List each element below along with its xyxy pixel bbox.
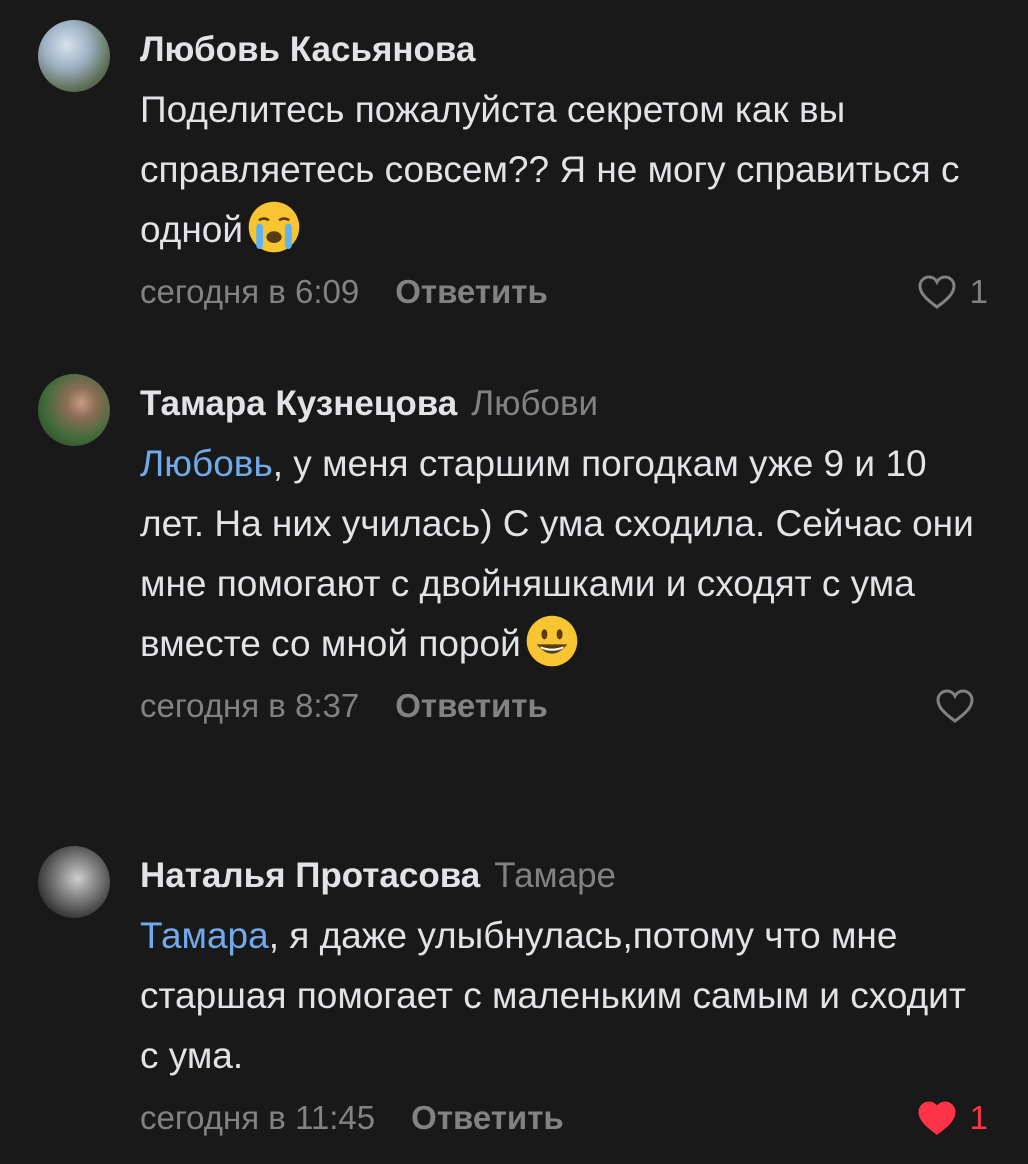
- comment-text: Поделитесь пожалуйста секретом как вы сп…: [140, 80, 960, 260]
- like-button[interactable]: 1: [916, 266, 988, 318]
- timestamp: сегодня в 11:45: [140, 1099, 376, 1136]
- avatar[interactable]: [38, 20, 110, 92]
- heart-outline-icon: [936, 689, 974, 723]
- mention-link[interactable]: Тамара: [140, 915, 269, 956]
- timestamp: сегодня в 6:09: [140, 273, 360, 310]
- reply-to-name[interactable]: Тамаре: [494, 856, 616, 895]
- avatar[interactable]: [38, 374, 110, 446]
- reply-button[interactable]: Ответить: [395, 687, 548, 724]
- smiling-face-emoji: [526, 615, 578, 667]
- author-name[interactable]: Любовь Касьянова: [140, 30, 475, 69]
- comment-header: Любовь Касьянова: [140, 28, 988, 72]
- timestamp: сегодня в 8:37: [140, 687, 360, 724]
- reply-to-name[interactable]: Любови: [471, 384, 598, 423]
- like-button[interactable]: 1: [916, 1092, 988, 1144]
- comment-meta: сегодня в 11:45 Ответить 1: [140, 1092, 988, 1144]
- reply-button[interactable]: Ответить: [411, 1099, 564, 1136]
- comment-meta: сегодня в 6:09 Ответить 1: [140, 266, 988, 318]
- author-name[interactable]: Тамара Кузнецова: [140, 384, 457, 423]
- comment-body: Тамара Кузнецова Любови Любовь, у меня ст…: [140, 382, 988, 732]
- like-count: 1: [969, 273, 988, 310]
- comment-text: Тамара, я даже улыбнулась,потому что мне…: [140, 906, 990, 1086]
- reply-button[interactable]: Ответить: [395, 273, 548, 310]
- crying-face-emoji: [248, 201, 300, 253]
- comment-body: Любовь Касьянова Поделитесь пожалуйста с…: [140, 28, 988, 318]
- comment-meta: сегодня в 8:37 Ответить: [140, 680, 988, 732]
- comment-header: Наталья Протасова Тамаре: [140, 854, 988, 898]
- avatar[interactable]: [38, 846, 110, 918]
- heart-outline-icon: [918, 275, 956, 309]
- heart-filled-icon: [918, 1101, 956, 1135]
- comment-text: Любовь, у меня старшим погодкам уже 9 и …: [140, 434, 990, 674]
- mention-link[interactable]: Любовь: [140, 443, 273, 484]
- author-name[interactable]: Наталья Протасова: [140, 856, 480, 895]
- comment-header: Тамара Кузнецова Любови: [140, 382, 988, 426]
- like-button[interactable]: [934, 680, 988, 732]
- like-count: 1: [969, 1099, 988, 1136]
- comment-body: Наталья Протасова Тамаре Тамара, я даже у…: [140, 854, 988, 1144]
